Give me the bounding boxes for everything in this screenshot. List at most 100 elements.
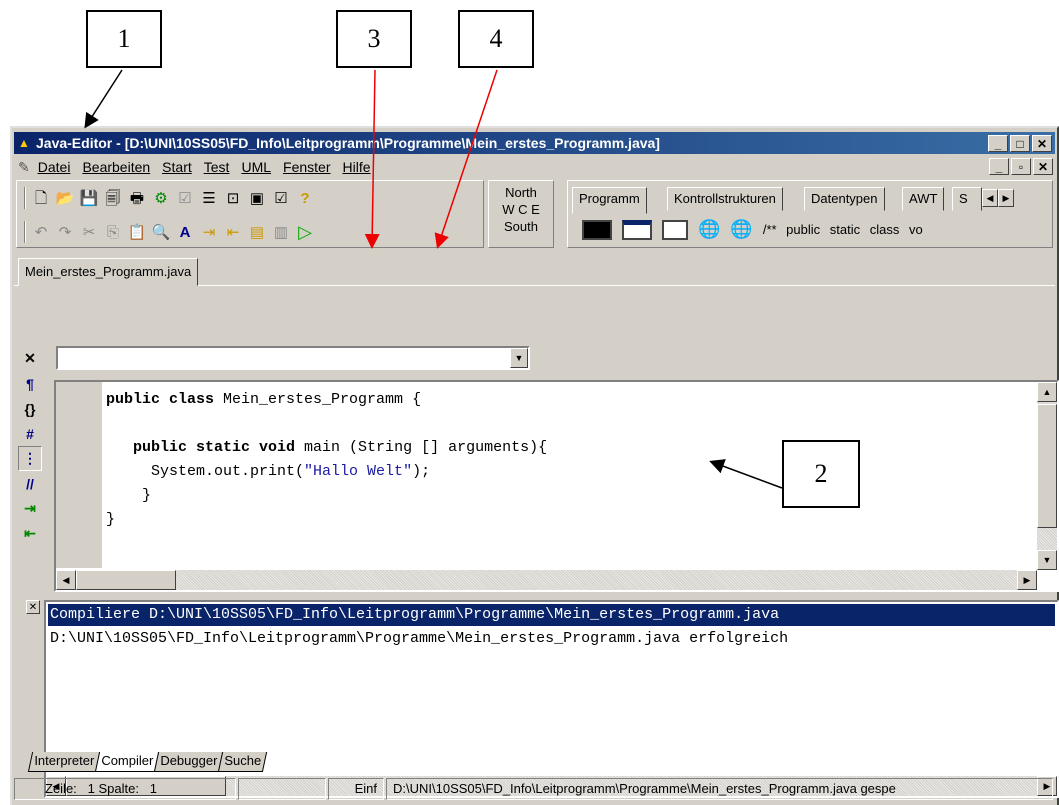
compile-icon[interactable]: ▤ (248, 223, 266, 241)
menu-uml[interactable]: UML (241, 159, 271, 175)
save-all-icon[interactable]: 🗐 (104, 189, 122, 207)
new-file-icon[interactable]: 🗋 (32, 189, 50, 207)
snippets-label[interactable]: /** public static class vo (763, 222, 923, 237)
checkbox-icon[interactable]: ☑ (176, 189, 194, 207)
browser-icon[interactable]: ⊡ (224, 189, 242, 207)
chevron-down-icon[interactable]: ▼ (510, 348, 528, 368)
hscroll-thumb[interactable] (76, 570, 176, 590)
structure-lines-icon[interactable]: ⋮ (18, 446, 42, 471)
layout-panel[interactable]: North W C E South (488, 180, 554, 248)
callout-3: 3 (336, 10, 412, 68)
font-size-icon[interactable]: A (176, 223, 194, 241)
compile-all-icon[interactable]: ▥ (272, 223, 290, 241)
output-line-compile[interactable]: Compiliere D:\UNI\10SS05\FD_Info\Leitpro… (48, 604, 1055, 626)
menu-datei[interactable]: Datei (38, 159, 71, 175)
tab-programm[interactable]: Programm (572, 187, 647, 214)
close-editor-icon[interactable]: ✕ (18, 346, 42, 371)
indent-icon[interactable]: ⇥ (200, 223, 218, 241)
code-kw-3: public static void (133, 439, 296, 456)
tab-debugger-label: Debugger (160, 753, 218, 768)
menu-hilfe[interactable]: Hilfe (343, 159, 371, 175)
close-button[interactable]: ✕ (1032, 135, 1052, 152)
code-l6: } (106, 511, 116, 528)
tab-suche[interactable]: Suche (217, 752, 268, 772)
find-icon[interactable]: 🔍 (152, 223, 171, 241)
tab-awt[interactable]: AWT (902, 187, 945, 211)
code-text[interactable]: public class Mein_erstes_Programm { publ… (106, 388, 547, 532)
member-combobox[interactable]: ▼ (56, 346, 530, 370)
window-title: Java-Editor - [D:\UNI\10SS05\FD_Info\Lei… (36, 135, 660, 151)
tab-kontrollstrukturen[interactable]: Kontrollstrukturen (667, 187, 783, 211)
layout-north[interactable]: North (489, 185, 553, 200)
maximize-button[interactable]: □ (1010, 135, 1030, 152)
unindent-icon[interactable]: ⇤ (224, 223, 242, 241)
save-icon[interactable]: 💾 (80, 189, 99, 207)
open-folder-icon[interactable]: 📂 (56, 189, 75, 207)
indent-side-icon[interactable]: ⇥ (18, 496, 42, 521)
menu-bar: ✎ Datei Bearbeiten Start Test UML Fenste… (14, 156, 1055, 178)
close-output-icon[interactable]: ✕ (26, 600, 40, 614)
output-line-success[interactable]: D:\UNI\10SS05\FD_Info\Leitprogramm\Progr… (50, 628, 788, 650)
status-position: Zeile: 1 Spalte: 1 (14, 778, 236, 800)
menu-test[interactable]: Test (204, 159, 230, 175)
tab-debugger[interactable]: Debugger (153, 752, 224, 772)
braces-icon[interactable]: {} (18, 396, 42, 421)
console-app-icon[interactable] (582, 219, 612, 240)
menu-start[interactable]: Start (162, 159, 192, 175)
toolbar-row-2: ↶ ↷ ✂ ⎘ 📋 🔍 A ⇥ ⇤ ▤ ▥ ▷ (24, 218, 314, 246)
dialog-icon[interactable] (662, 219, 688, 240)
tab-interpreter[interactable]: Interpreter (27, 752, 101, 772)
copy-icon[interactable]: ⎘ (104, 223, 122, 241)
paragraph-icon[interactable]: ¶ (18, 371, 42, 396)
paste-icon[interactable]: 📋 (128, 223, 147, 241)
layout-wce[interactable]: W C E (489, 202, 553, 217)
tab-swing[interactable]: S (952, 187, 982, 211)
file-tab-mein-erstes-programm[interactable]: Mein_erstes_Programm.java (18, 258, 199, 286)
new-class-icon[interactable]: ⚙ (152, 189, 170, 207)
tab-compiler[interactable]: Compiler (94, 752, 160, 772)
toolbar-grip-2 (24, 221, 26, 243)
code-editor[interactable]: public class Mein_erstes_Programm { publ… (54, 380, 1059, 592)
scroll-left-button[interactable]: ◀ (56, 570, 76, 590)
tab-scroll-left[interactable]: ◀ (982, 189, 998, 207)
editor-vertical-scrollbar[interactable]: ▲ ▼ (1037, 382, 1057, 570)
callout-1: 1 (86, 10, 162, 68)
undo-icon[interactable]: ↶ (32, 223, 50, 241)
unindent-side-icon[interactable]: ⇤ (18, 521, 42, 546)
structure-icon[interactable]: ☰ (200, 189, 218, 207)
window-icon[interactable]: ▣ (248, 189, 266, 207)
scroll-right-button[interactable]: ▶ (1017, 570, 1037, 590)
scroll-up-button[interactable]: ▲ (1037, 382, 1057, 402)
applet-icon[interactable]: 🌐 (698, 219, 720, 240)
code-l3: main (String [] arguments){ (295, 439, 548, 456)
title-bar[interactable]: ▲ Java-Editor - [D:\UNI\10SS05\FD_Info\L… (14, 132, 1055, 154)
mdi-close-button[interactable]: ✕ (1033, 158, 1053, 175)
menu-fenster[interactable]: Fenster (283, 159, 330, 175)
mdi-minimize-button[interactable]: _ (989, 158, 1009, 175)
toolbar-row-1: 🗋 📂 💾 🗐 🖶 ⚙ ☑ ☰ ⊡ ▣ ☑ ? (24, 184, 314, 212)
minimize-button[interactable]: _ (988, 135, 1008, 152)
doc-icon: ✎ (18, 158, 30, 175)
menu-bearbeiten[interactable]: Bearbeiten (82, 159, 150, 175)
print-icon[interactable]: 🖶 (128, 189, 146, 207)
comment-icon[interactable]: // (18, 471, 42, 496)
cut-icon[interactable]: ✂ (80, 223, 98, 241)
status-bar: Zeile: 1 Spalte: 1 Einf D:\UNI\10SS05\FD… (14, 778, 1055, 800)
tab-datentypen[interactable]: Datentypen (804, 187, 885, 211)
run-icon[interactable]: ▷ (296, 223, 314, 241)
layout-south[interactable]: South (489, 219, 553, 234)
callout-4: 4 (458, 10, 534, 68)
help-icon[interactable]: ? (296, 189, 314, 207)
redo-icon[interactable]: ↷ (56, 223, 74, 241)
mdi-restore-button[interactable]: ▫ (1011, 158, 1031, 175)
status-message: D:\UNI\10SS05\FD_Info\Leitprogramm\Progr… (386, 778, 1053, 800)
numbers-icon[interactable]: # (18, 421, 42, 446)
code-l4b: ); (412, 463, 431, 480)
scroll-thumb[interactable] (1037, 404, 1057, 528)
checklist-icon[interactable]: ☑ (272, 189, 290, 207)
tab-scroll-right[interactable]: ▶ (998, 189, 1014, 207)
japplet-icon[interactable]: 🌐 (730, 219, 752, 240)
scroll-down-button[interactable]: ▼ (1037, 550, 1057, 570)
editor-horizontal-scrollbar[interactable]: ◀ ▶ (56, 570, 1037, 590)
frame-app-icon[interactable] (622, 219, 652, 240)
